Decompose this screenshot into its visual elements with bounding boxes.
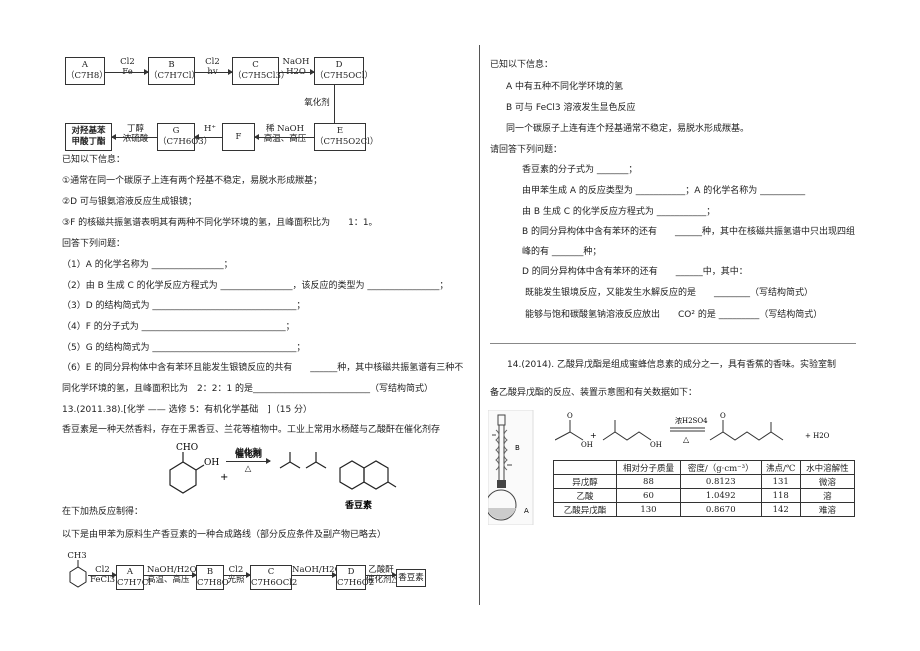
column-header: 沸点/℃: [760, 460, 801, 475]
apparatus-diagram: B A: [488, 410, 534, 525]
svg-text:△: △: [683, 435, 690, 444]
table-row: 乙酸 60 1.0492 118 溶: [553, 488, 856, 503]
box-label: A: [81, 60, 89, 70]
question-line: D 的同分异构体中含有苯环的还有 ______中，其中：: [522, 267, 748, 277]
arrow-label: Cl2 Fe: [120, 57, 135, 77]
question-line: 香豆素的分子式为 _______；: [522, 165, 638, 175]
question-line: （2）由 B 生成 C 的化学反应方程式为 ________________，该…: [62, 281, 449, 291]
paragraph: 在下加热反应制得：: [62, 507, 144, 517]
section-divider: [490, 343, 856, 344]
question-line: （4）F 的分子式为 _____________________________…: [62, 322, 295, 332]
info-line: A 中有五种不同化学环境的氢: [506, 82, 624, 92]
info-line: ③F 的核磁共振氢谱表明其有两种不同化学环境的氢，且峰面积比为 1：1。: [62, 218, 378, 228]
info-title: 已知以下信息：: [490, 60, 554, 70]
question-14-title: 14.(2014). 乙酸异戊酯是组成蜜蜂信息素的成分之一，具有香蕉的香味。实验…: [507, 360, 836, 370]
box-e: E （C7H5O2Cl）: [314, 123, 378, 151]
question-line: （3）D 的结构简式为 ____________________________…: [62, 301, 306, 311]
reaction-arrow: [226, 458, 271, 464]
info-line: 同一个碳原子上连有连个羟基通常不稳定，易脱水形成羰基。: [506, 124, 750, 134]
arrow: [144, 572, 197, 578]
document-page: A （C7H8） Cl2 Fe B （C7H7Cl） Cl2 hv C （C7H5Cl3）…: [0, 0, 920, 651]
paragraph: 以下是由甲苯为原料生产香豆素的一种合成路线（部分反应条件及副产物已略去）: [62, 530, 387, 540]
arrow: [292, 572, 337, 578]
arrow-label: 稀 NaOH 高温、高压: [263, 124, 307, 144]
catalyst-label: 催化剂: [235, 448, 261, 458]
box-formula: （C7H8）: [66, 71, 108, 81]
cho-label: CHO: [176, 443, 198, 453]
svg-text:OH: OH: [204, 458, 219, 468]
step-label: NaOH/H2O: [292, 565, 342, 575]
arrow-label: H⁺: [204, 124, 216, 134]
box-f: F: [222, 123, 255, 151]
arrow-label: NaOH H2O: [282, 57, 310, 77]
svg-text:O: O: [567, 412, 573, 420]
arrow: [105, 69, 149, 75]
arrow: [366, 572, 397, 578]
ch3-label: CH3: [67, 551, 87, 561]
box-b: B （C7H7Cl）: [148, 57, 200, 85]
paragraph: 备乙酸异戊酯的反应、装置示意图和有关数据如下：: [490, 388, 698, 398]
svg-text:O: O: [720, 412, 726, 420]
arrow: [279, 69, 315, 75]
svg-text:香豆素: 香豆素: [344, 499, 372, 511]
route-box-a: A C7H7Cl: [116, 565, 151, 590]
route-box-d: D C7H6O2: [336, 565, 375, 590]
benzene-ring: [169, 461, 197, 494]
svg-text:+: +: [590, 431, 597, 440]
info-line: B 可与 FeCl3 溶液发生显色反应: [506, 103, 636, 113]
question-line: （5）G 的结构简式为 ____________________________…: [62, 343, 306, 353]
arrow-label: Cl2 hv: [205, 57, 220, 77]
table-row: 异戊醇 88 0.8123 131 微溶: [553, 474, 856, 489]
route-box-c: C C7H6OCl2: [250, 565, 298, 590]
questions-title: 请回答下列问题：: [490, 145, 563, 155]
svg-text:OH: OH: [650, 441, 662, 449]
route-box-b: B C7H8O: [196, 565, 229, 590]
label-a: A: [524, 507, 529, 515]
arrow: [254, 134, 314, 140]
label-b: B: [515, 444, 520, 452]
question-line: （6）E 的同分异构体中含有苯环且能发生银镜反应的共有 ______种，其中核磁…: [62, 363, 464, 373]
info-line: ①通常在同一个碳原子上连有两个羟基不稳定，易脱水形成羰基；: [62, 176, 323, 186]
svg-text:浓H2SO4: 浓H2SO4: [675, 416, 708, 425]
question-line: 峰的有 _______种；: [522, 247, 602, 257]
box-g: G （C7H6O3）: [157, 123, 212, 151]
column-header: 相对分子质量: [616, 460, 681, 475]
arrow: [224, 572, 251, 578]
question-13-title: 13.(2011.38).[化学 —— 选修 5：有机化学基础 ]（15 分）: [62, 405, 313, 415]
column-header: 密度/（g·cm⁻³）: [679, 460, 762, 475]
arrow: [195, 69, 233, 75]
arrow-label: 氧化剂: [304, 98, 330, 108]
svg-text:OH: OH: [581, 441, 593, 449]
arrow: [88, 572, 117, 578]
question-line: 由 B 生成 C 的化学反应方程式为 ___________；: [522, 207, 716, 217]
column-header: 水中溶解性: [799, 460, 856, 475]
paragraph: 香豆素是一种天然香料，存在于黑香豆、兰花等植物中。工业上常用水杨醛与乙酸酐在催化…: [62, 425, 441, 435]
box-d: D （C7H5OCl）: [314, 57, 373, 85]
question-line: 能够与饱和碳酸氢钠溶液反应放出 CO² 的是 _________（写结构简式）: [525, 310, 823, 320]
info-title: 已知以下信息：: [62, 155, 126, 165]
column-divider: [479, 45, 480, 605]
esterification-diagram: O O OH + OH 浓H2SO4 △ + H2O: [555, 412, 830, 449]
questions-title: 回答下列问题：: [62, 239, 126, 249]
coumarin-reaction-diagram: CHO OH + 催化剂 香豆素: [169, 443, 397, 511]
question-line: 由甲苯生成 A 的反应类型为 ___________；A 的化学名称为 ____…: [522, 186, 806, 196]
box-a: A （C7H8）: [65, 57, 108, 85]
heat-label: △: [244, 464, 252, 474]
arrow-label: 丁醇 浓硫酸: [122, 124, 149, 144]
route-box-end: 香豆素: [396, 569, 426, 587]
question-line: 既能发生银境反应，又能发生水解反应的是 ________（写结构简式）: [525, 288, 814, 298]
question-line: B 的同分异构体中含有苯环的还有 ______种，其中在核磁共振氢谱中只出现四组: [522, 227, 856, 237]
table-header-row: 相对分子质量 密度/（g·cm⁻³） 沸点/℃ 水中溶解性: [553, 460, 856, 475]
arrow-down: [334, 85, 335, 123]
info-line: ②D 可与银氨溶液反应生成银镜；: [62, 197, 197, 207]
question-line: （1）A 的化学名称为 ________________；: [62, 260, 233, 270]
box-product: 对羟基苯 甲酸丁酯: [65, 123, 112, 151]
svg-text:+ H2O: + H2O: [805, 432, 830, 440]
data-table: 相对分子质量 密度/（g·cm⁻³） 沸点/℃ 水中溶解性 异戊醇 88 0.812…: [553, 460, 856, 517]
question-line: 同化学环境的氢，且峰面积比为 2：2：1 的是_________________…: [62, 384, 434, 394]
arrow: [111, 134, 157, 140]
svg-text:+: +: [220, 472, 228, 483]
box-c: C （C7H5Cl3）: [232, 57, 289, 85]
table-row: 乙酸异戊酯 130 0.8670 142 难溶: [553, 502, 856, 517]
